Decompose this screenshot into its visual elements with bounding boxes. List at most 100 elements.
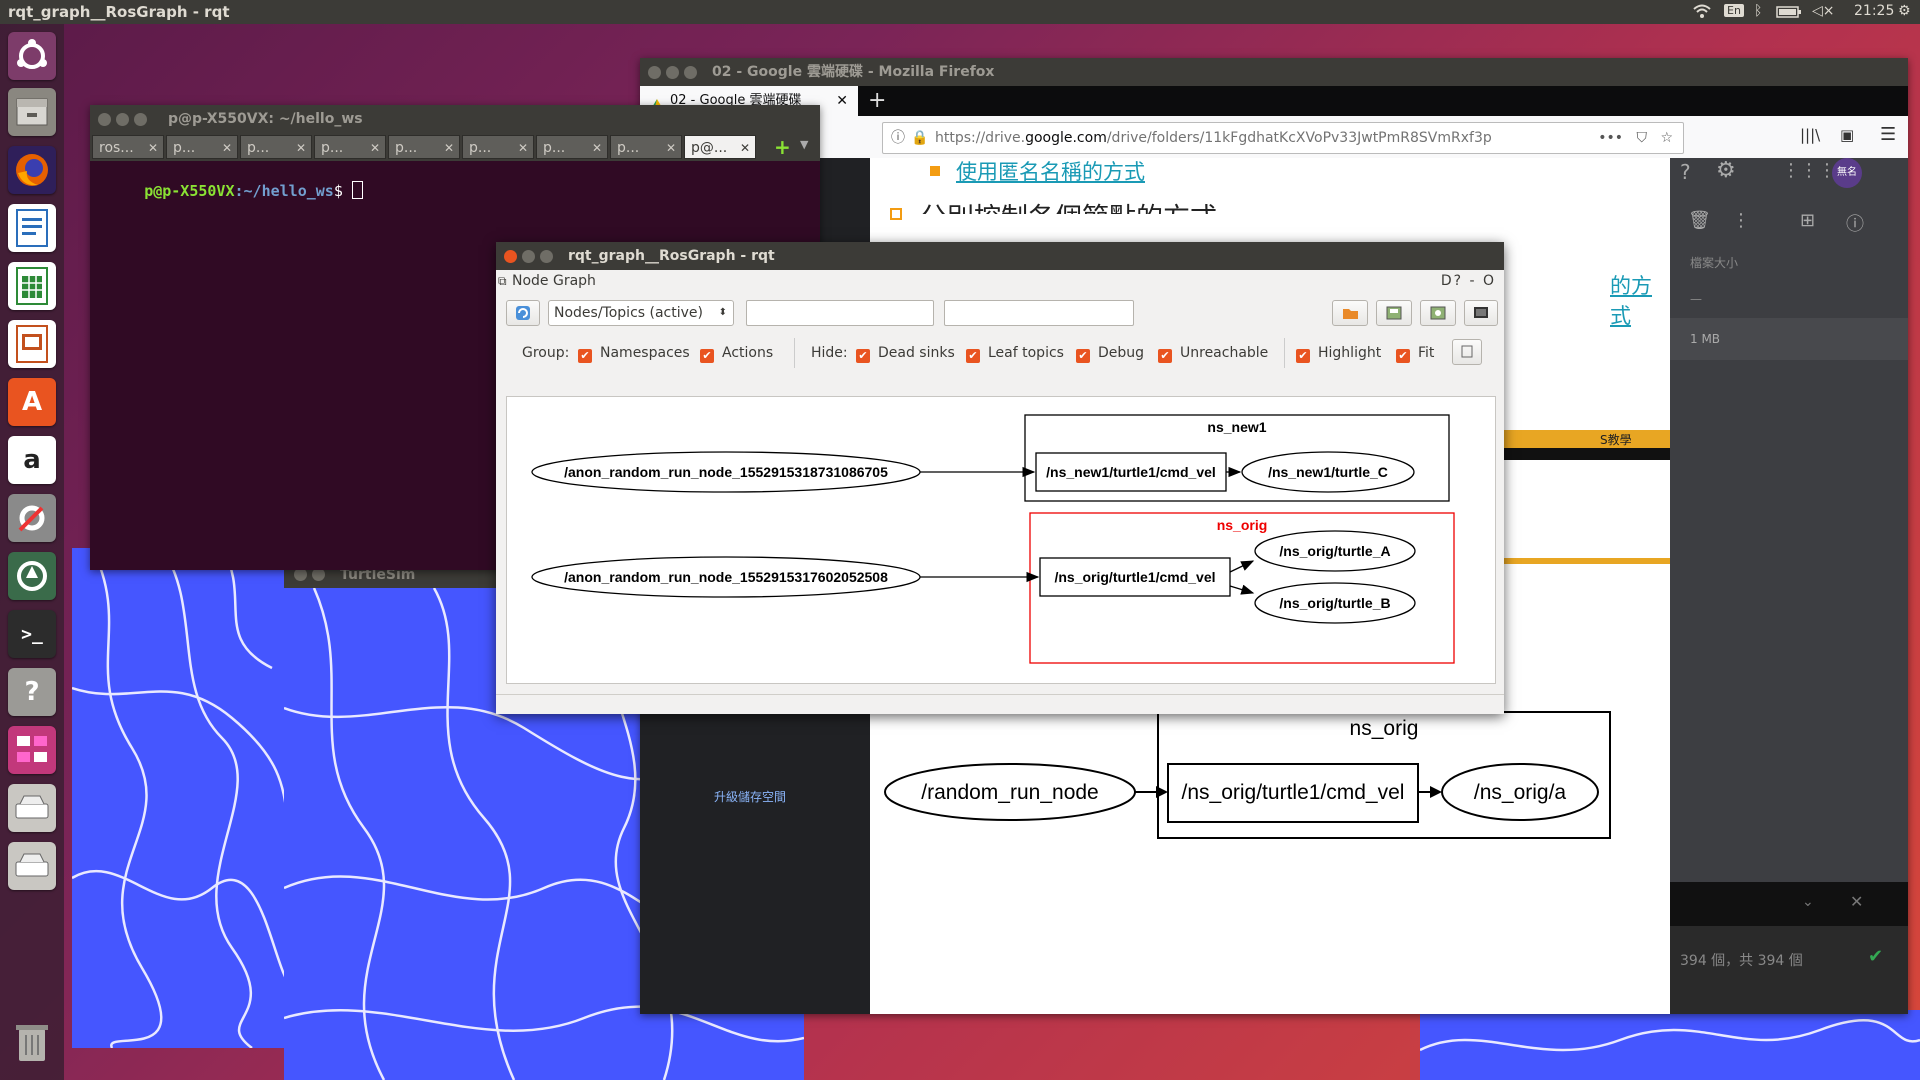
close-tab-icon[interactable]: ✕ bbox=[148, 136, 158, 160]
terminal-title: p@p-X550VX: ~/hello_ws bbox=[168, 111, 363, 127]
close-tab-icon[interactable]: ✕ bbox=[740, 136, 750, 160]
close-tab-icon[interactable]: ✕ bbox=[666, 136, 676, 160]
dead-sinks-checkbox[interactable]: ✔ Dead sinks bbox=[856, 342, 955, 364]
tab-list-chevron-icon[interactable]: ▼ bbox=[800, 138, 808, 151]
minimize-button[interactable] bbox=[116, 113, 129, 126]
plugin-header-controls[interactable]: D? - O bbox=[1441, 273, 1496, 289]
maximize-button[interactable] bbox=[134, 113, 147, 126]
fit-in-view-button[interactable] bbox=[1452, 339, 1482, 365]
help-icon[interactable]: ? bbox=[1680, 160, 1691, 184]
minimize-button[interactable] bbox=[522, 250, 535, 263]
graph-mode-select[interactable]: Nodes/Topics (active) ⬍ bbox=[548, 300, 734, 326]
rqt-icon[interactable] bbox=[8, 726, 56, 774]
close-button[interactable] bbox=[98, 113, 111, 126]
terminal-tab-active[interactable]: p@... ✕ bbox=[684, 135, 756, 159]
maximize-button[interactable] bbox=[540, 250, 553, 263]
amazon-icon[interactable]: a bbox=[8, 436, 56, 484]
highlight-checkbox[interactable]: ✔ Highlight bbox=[1296, 342, 1381, 364]
graph-view[interactable]: ns_new1 ns_orig /anon_random_run_node_15… bbox=[506, 396, 1496, 684]
terminal-tab[interactable]: p... ✕ bbox=[388, 135, 460, 159]
disk-1-icon[interactable] bbox=[8, 784, 56, 832]
terminal-tab[interactable]: p... ✕ bbox=[462, 135, 534, 159]
info-icon[interactable]: ⓘ bbox=[1846, 210, 1864, 236]
terminal-tab[interactable]: p... ✕ bbox=[240, 135, 312, 159]
firefox-titlebar[interactable]: 02 - Google 雲端硬碟 - Mozilla Firefox bbox=[640, 58, 1908, 86]
minimize-button[interactable] bbox=[666, 66, 679, 79]
software-updater-icon[interactable] bbox=[8, 552, 56, 600]
close-tab-icon[interactable]: ✕ bbox=[592, 136, 602, 160]
pocket-icon[interactable]: ⛉ bbox=[1637, 123, 1648, 153]
grid-view-icon[interactable]: ⊞ bbox=[1800, 210, 1815, 231]
save-svg-button[interactable] bbox=[1420, 300, 1456, 326]
rqt-titlebar[interactable]: rqt_graph__RosGraph - rqt bbox=[496, 242, 1504, 270]
system-gear-icon[interactable]: ⚙ bbox=[1898, 3, 1911, 19]
calc-icon[interactable] bbox=[8, 262, 56, 310]
actions-checkbox[interactable]: ✔ Actions bbox=[700, 342, 773, 364]
url-bar[interactable]: ⓘ 🔒 https://drive.google.com/drive/folde… bbox=[882, 122, 1684, 154]
topic-filter-input[interactable] bbox=[944, 300, 1134, 326]
close-button[interactable] bbox=[504, 250, 517, 263]
volume-icon[interactable]: ◁× bbox=[1812, 3, 1835, 19]
namespaces-label: Namespaces bbox=[600, 345, 690, 361]
doc-link-method[interactable]: 的方式 bbox=[1610, 270, 1670, 330]
software-center-icon[interactable]: A bbox=[8, 378, 56, 426]
upgrade-storage-link[interactable]: 升級儲存空間 bbox=[714, 788, 786, 805]
files-icon[interactable] bbox=[8, 88, 56, 136]
close-button[interactable] bbox=[648, 66, 661, 79]
close-tab-icon[interactable]: ✕ bbox=[518, 136, 528, 160]
ubuntu-dash-icon[interactable] bbox=[8, 32, 56, 80]
menu-icon[interactable]: ☰ bbox=[1880, 124, 1896, 145]
selected-row[interactable]: 1 MB bbox=[1670, 318, 1908, 360]
page-actions-icon[interactable]: ••• bbox=[1598, 123, 1623, 153]
refresh-button[interactable] bbox=[506, 300, 540, 326]
terminal-tab[interactable]: p... ✕ bbox=[314, 135, 386, 159]
terminal-tab[interactable]: p... ✕ bbox=[166, 135, 238, 159]
system-settings-icon[interactable] bbox=[8, 494, 56, 542]
library-icon[interactable]: |||\ bbox=[1800, 126, 1820, 144]
new-tab-plus-icon[interactable]: + bbox=[774, 135, 791, 159]
leaf-topics-checkbox[interactable]: ✔ Leaf topics bbox=[966, 342, 1064, 364]
settings-gear-icon[interactable]: ⚙ bbox=[1716, 158, 1736, 183]
doc-link-anonymous[interactable]: 使用匿名名稱的方式 bbox=[956, 158, 1145, 186]
trash-icon[interactable] bbox=[8, 1018, 56, 1066]
avatar[interactable]: 無名 bbox=[1832, 158, 1862, 188]
wifi-icon[interactable] bbox=[1692, 3, 1712, 23]
new-tab-button[interactable]: + bbox=[868, 86, 886, 116]
firefox-icon[interactable] bbox=[8, 146, 56, 194]
maximize-button[interactable] bbox=[684, 66, 697, 79]
close-tab-icon[interactable]: ✕ bbox=[296, 136, 306, 160]
impress-icon[interactable] bbox=[8, 320, 56, 368]
save-dot-button[interactable] bbox=[1376, 300, 1412, 326]
clock[interactable]: 21:25 bbox=[1854, 3, 1894, 19]
node-filter-input[interactable] bbox=[746, 300, 934, 326]
close-tab-icon[interactable]: ✕ bbox=[370, 136, 380, 160]
bluetooth-icon[interactable]: ᛒ bbox=[1754, 3, 1762, 19]
writer-icon[interactable] bbox=[8, 204, 56, 252]
fit-checkbox[interactable]: ✔ Fit bbox=[1396, 342, 1434, 364]
disk-2-icon[interactable] bbox=[8, 842, 56, 890]
close-icon[interactable]: ✕ bbox=[1850, 892, 1863, 911]
load-dot-button[interactable] bbox=[1332, 300, 1368, 326]
namespaces-checkbox[interactable]: ✔ Namespaces bbox=[578, 342, 690, 364]
collapse-icon[interactable]: ⌄ bbox=[1802, 894, 1814, 910]
close-tab-icon[interactable]: ✕ bbox=[836, 86, 848, 116]
terminal-titlebar[interactable]: p@p-X550VX: ~/hello_ws bbox=[90, 105, 820, 133]
close-tab-icon[interactable]: ✕ bbox=[444, 136, 454, 160]
debug-checkbox[interactable]: ✔ Debug bbox=[1076, 342, 1144, 364]
save-image-button[interactable] bbox=[1464, 300, 1498, 326]
terminal-icon[interactable]: >_ bbox=[8, 610, 56, 658]
battery-icon[interactable] bbox=[1776, 6, 1802, 22]
terminal-tab[interactable]: p... ✕ bbox=[536, 135, 608, 159]
apps-grid-icon[interactable]: ⋮⋮⋮ bbox=[1782, 160, 1836, 181]
trash-icon[interactable]: 🗑 bbox=[1688, 210, 1711, 231]
keyboard-layout-indicator[interactable]: En bbox=[1724, 4, 1744, 17]
bookmark-star-icon[interactable]: ☆ bbox=[1660, 123, 1673, 153]
terminal-tab[interactable]: p... ✕ bbox=[610, 135, 682, 159]
unreachable-checkbox[interactable]: ✔ Unreachable bbox=[1158, 342, 1268, 364]
help-icon[interactable]: ? bbox=[8, 668, 56, 716]
terminal-tab[interactable]: ros... ✕ bbox=[92, 135, 164, 159]
info-icon[interactable]: ⓘ bbox=[891, 123, 905, 153]
sidebar-icon[interactable]: ▣ bbox=[1840, 126, 1854, 144]
more-vert-icon[interactable]: ⋮ bbox=[1732, 210, 1750, 231]
close-tab-icon[interactable]: ✕ bbox=[222, 136, 232, 160]
